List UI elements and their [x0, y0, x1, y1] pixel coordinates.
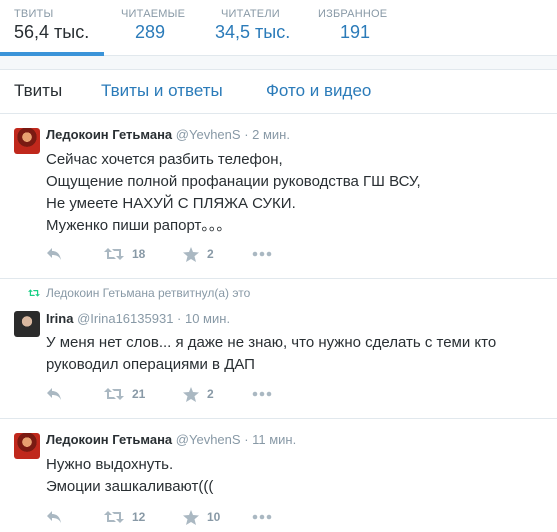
tweet-timestamp[interactable]: · 11 мин.: [244, 432, 296, 447]
tweet-text-line: Не умеете НАХУЙ С ПЛЯЖА СУКИ.: [46, 195, 296, 212]
stat-following[interactable]: ЧИТАЕМЫЕ 289: [115, 0, 205, 56]
tweet-timestamp[interactable]: · 10 мин.: [177, 311, 230, 326]
avatar[interactable]: [14, 311, 40, 337]
favorite-count: 10: [207, 510, 221, 524]
reply-button[interactable]: [46, 509, 62, 525]
avatar[interactable]: [14, 433, 40, 459]
tweet-text: Нужно выдохнуть. Эмоции зашкаливают(((: [46, 454, 213, 498]
tweet-header: Ледокоин Гетьмана @YevhenS · 11 мин.: [46, 432, 296, 447]
retweet-icon: [104, 248, 124, 260]
more-dots-icon: [252, 514, 272, 520]
favorite-count: 2: [207, 247, 214, 261]
favorite-button[interactable]: 2: [183, 386, 214, 402]
tweet-actions: 18 2: [46, 246, 306, 262]
tweet[interactable]: Ледокоин Гетьмана ретвитнул(а) это Irina…: [0, 280, 557, 419]
star-icon: [183, 246, 199, 262]
stat-following-value: 289: [135, 22, 166, 42]
reply-icon: [47, 388, 61, 400]
tweet-text-line: У меня нет слов... я даже не знаю, что н…: [46, 334, 497, 351]
tweet[interactable]: Ледокоин Гетьмана @YevhenS · 11 мин. Нуж…: [0, 420, 557, 532]
retweet-icon: [104, 388, 124, 400]
stat-favorites-value: 191: [340, 22, 371, 42]
tweet-fullname[interactable]: Ледокоин Гетьмана: [46, 127, 172, 142]
tweet-header: Irina @Irina16135931 · 10 мин.: [46, 311, 230, 326]
tab-photos-and-videos[interactable]: Фото и видео: [266, 81, 371, 101]
tab-tweets[interactable]: Твиты: [14, 81, 62, 101]
tweet-text-line: Нужно выдохнуть.: [46, 456, 174, 473]
reply-button[interactable]: [46, 386, 62, 402]
reply-icon: [47, 248, 61, 260]
more-dots-icon: [252, 391, 272, 397]
stat-favorites[interactable]: ИЗБРАННОЕ 191: [318, 0, 428, 56]
retweet-button[interactable]: 18: [104, 246, 145, 262]
retweet-context: Ледокоин Гетьмана ретвитнул(а) это: [28, 286, 250, 300]
tweet-text-line: Муженко пиши рапорт。。。: [46, 217, 232, 234]
tweet-username[interactable]: @YevhenS: [176, 127, 241, 142]
tab-tweets-and-replies[interactable]: Твиты и ответы: [101, 81, 223, 101]
retweet-button[interactable]: 12: [104, 509, 145, 525]
retweet-count: 18: [132, 247, 146, 261]
stat-favorites-label: ИЗБРАННОЕ: [318, 8, 388, 20]
timeline-tabs: Твиты Твиты и ответы Фото и видео: [0, 70, 557, 114]
retweet-context-text[interactable]: Ледокоин Гетьмана ретвитнул(а) это: [46, 286, 250, 300]
tweet-actions: 12 10: [46, 509, 306, 525]
favorite-button[interactable]: 2: [183, 246, 214, 262]
tweet-text-line: Эмоции зашкаливают(((: [46, 478, 214, 495]
stat-tweets-value: 56,4 тыс.: [14, 22, 90, 42]
retweet-icon: [28, 289, 40, 297]
reply-button[interactable]: [46, 246, 62, 262]
tweet-fullname[interactable]: Ледокоин Гетьмана: [46, 432, 172, 447]
favorite-count: 2: [207, 387, 214, 401]
retweet-button[interactable]: 21: [104, 386, 145, 402]
tweet-actions: 21 2: [46, 386, 306, 402]
stat-followers-label: ЧИТАТЕЛИ: [221, 8, 280, 20]
tweet-username[interactable]: @YevhenS: [176, 432, 241, 447]
stat-followers[interactable]: ЧИТАТЕЛИ 34,5 тыс.: [215, 0, 305, 56]
tweet-username[interactable]: @Irina16135931: [77, 311, 173, 326]
more-button[interactable]: [252, 386, 272, 402]
stat-tweets-label: ТВИТЫ: [14, 8, 54, 20]
tweet-text-line: руководил операциями в ДАП: [46, 356, 255, 373]
retweet-count: 12: [132, 510, 146, 524]
stat-followers-value: 34,5 тыс.: [215, 22, 291, 42]
tweet-timestamp[interactable]: · 2 мин.: [244, 127, 290, 142]
avatar[interactable]: [14, 128, 40, 154]
tweet-text: Сейчас хочется разбить телефон, Ощущение…: [46, 149, 421, 237]
tweet-text: У меня нет слов... я даже не знаю, что н…: [46, 332, 496, 376]
more-dots-icon: [252, 251, 272, 257]
retweet-icon: [104, 511, 124, 523]
section-gap: [0, 56, 557, 70]
tweet-text-line: Сейчас хочется разбить телефон,: [46, 151, 283, 168]
profile-stats-bar: ТВИТЫ 56,4 тыс. ЧИТАЕМЫЕ 289 ЧИТАТЕЛИ 34…: [0, 0, 557, 56]
reply-icon: [47, 511, 61, 523]
more-button[interactable]: [252, 246, 272, 262]
tweet[interactable]: Ледокоин Гетьмана @YevhenS · 2 мин. Сейч…: [0, 115, 557, 279]
stat-tweets[interactable]: ТВИТЫ 56,4 тыс.: [0, 0, 104, 56]
stat-following-label: ЧИТАЕМЫЕ: [121, 8, 186, 20]
tweet-header: Ледокоин Гетьмана @YevhenS · 2 мин.: [46, 127, 290, 142]
favorite-button[interactable]: 10: [183, 509, 220, 525]
retweet-count: 21: [132, 387, 146, 401]
star-icon: [183, 509, 199, 525]
more-button[interactable]: [252, 509, 272, 525]
tweet-fullname[interactable]: Irina: [46, 311, 73, 326]
tweet-text-line: Ощущение полной профанации руководства Г…: [46, 173, 421, 190]
star-icon: [183, 386, 199, 402]
